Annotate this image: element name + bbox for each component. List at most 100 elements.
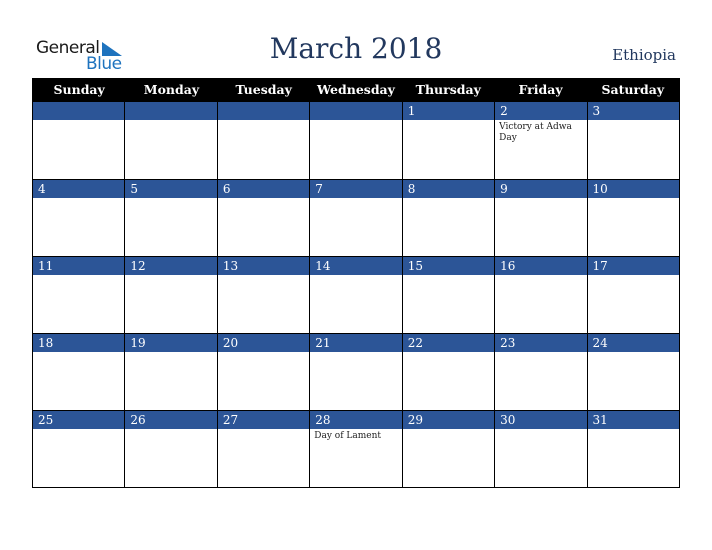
day-cell[interactable] (33, 102, 125, 179)
date-number: 15 (402, 257, 495, 275)
day-cell[interactable]: 2 Victory at Adwa Day (494, 102, 587, 179)
date-number: 16 (495, 257, 587, 275)
date-number: 27 (217, 411, 310, 429)
date-number: 18 (33, 334, 125, 352)
day-cell[interactable]: 23 (494, 333, 587, 410)
holiday-label (310, 120, 401, 124)
weekday-monday: Monday (143, 82, 200, 97)
day-cell[interactable] (309, 102, 402, 179)
date-number: 3 (587, 102, 679, 120)
day-cell[interactable]: 1 (401, 102, 495, 179)
holiday-label (218, 352, 309, 356)
holiday-label (403, 429, 494, 433)
date-number: 6 (217, 180, 310, 198)
week-row: 1 2 Victory at Adwa Day 3 (33, 102, 679, 179)
holiday-label (125, 120, 216, 124)
day-cell[interactable]: 29 (401, 410, 495, 487)
date-number: 17 (587, 257, 679, 275)
holiday-label (33, 352, 124, 356)
date-number: 25 (33, 411, 125, 429)
day-cell[interactable]: 27 (216, 410, 310, 487)
date-number: 26 (125, 411, 217, 429)
holiday-label: Day of Lament (314, 431, 382, 441)
day-cell[interactable]: 7 (309, 179, 402, 256)
day-cell[interactable]: 26 (124, 410, 217, 487)
weekday-header: Sunday Monday Tuesday Wednesday Thursday Frid… (33, 78, 679, 102)
holiday-label (588, 198, 679, 202)
date-number: 31 (587, 411, 679, 429)
holiday-label (495, 198, 586, 202)
date-number: 24 (587, 334, 679, 352)
day-cell[interactable]: 20 (216, 333, 310, 410)
country-label: Ethiopia (612, 46, 676, 64)
day-cell[interactable]: 17 (586, 256, 679, 333)
day-cell[interactable]: 3 (586, 102, 679, 179)
weekday-wednesday: Wednesday (317, 82, 395, 97)
date-number: 21 (310, 334, 402, 352)
day-cell[interactable]: 24 (586, 333, 679, 410)
holiday-label (33, 275, 124, 279)
holiday-label (218, 429, 309, 433)
date-number: 8 (402, 180, 495, 198)
day-cell[interactable]: 30 (494, 410, 587, 487)
date-number (125, 102, 217, 120)
holiday-label (403, 120, 494, 124)
day-cell[interactable] (216, 102, 310, 179)
holiday-label (495, 275, 586, 279)
day-cell[interactable]: 19 (124, 333, 217, 410)
holiday-label (125, 429, 216, 433)
holiday-label (33, 429, 124, 433)
date-number (310, 102, 402, 120)
day-cell[interactable]: 31 (586, 410, 679, 487)
holiday-label (495, 429, 586, 433)
date-number: 22 (402, 334, 495, 352)
day-cell[interactable]: 11 (33, 256, 125, 333)
week-row: 11 12 13 14 15 16 17 (33, 256, 679, 333)
date-number: 5 (125, 180, 217, 198)
day-cell[interactable]: 16 (494, 256, 587, 333)
date-number: 28 (310, 411, 402, 429)
day-cell[interactable]: 25 (33, 410, 125, 487)
holiday-label (125, 352, 216, 356)
day-cell[interactable]: 13 (216, 256, 310, 333)
date-number: 9 (495, 180, 587, 198)
day-cell[interactable]: 10 (586, 179, 679, 256)
day-cell[interactable]: 4 (33, 179, 125, 256)
date-number: 19 (125, 334, 217, 352)
holiday-label (588, 275, 679, 279)
week-row: 18 19 20 21 22 23 24 (33, 333, 679, 410)
holiday-label (33, 120, 124, 124)
day-cell[interactable]: 14 (309, 256, 402, 333)
day-cell[interactable]: 9 (494, 179, 587, 256)
date-number (217, 102, 310, 120)
calendar-grid: Sunday Monday Tuesday Wednesday Thursday Frid… (32, 78, 680, 488)
holiday-label (588, 352, 679, 356)
holiday-label: Victory at Adwa Day (499, 122, 572, 143)
date-number: 12 (125, 257, 217, 275)
day-cell[interactable]: 21 (309, 333, 402, 410)
date-number: 1 (402, 102, 495, 120)
day-cell[interactable]: 28 Day of Lament (309, 410, 402, 487)
weekday-sunday: Sunday (53, 82, 105, 97)
holiday-label (588, 120, 679, 124)
day-cell[interactable]: 6 (216, 179, 310, 256)
holiday-label (125, 275, 216, 279)
date-number: 10 (587, 180, 679, 198)
day-cell[interactable]: 5 (124, 179, 217, 256)
date-number (33, 102, 125, 120)
holiday-label (310, 352, 401, 356)
holiday-label (403, 352, 494, 356)
day-cell[interactable]: 12 (124, 256, 217, 333)
day-cell[interactable] (124, 102, 217, 179)
day-cell[interactable]: 18 (33, 333, 125, 410)
day-cell[interactable]: 8 (401, 179, 495, 256)
date-number: 29 (402, 411, 495, 429)
date-number: 11 (33, 257, 125, 275)
holiday-label (495, 352, 586, 356)
day-cell[interactable]: 15 (401, 256, 495, 333)
holiday-label (218, 275, 309, 279)
day-cell[interactable]: 22 (401, 333, 495, 410)
weekday-saturday: Saturday (601, 82, 665, 97)
date-number: 14 (310, 257, 402, 275)
holiday-label (125, 198, 216, 202)
